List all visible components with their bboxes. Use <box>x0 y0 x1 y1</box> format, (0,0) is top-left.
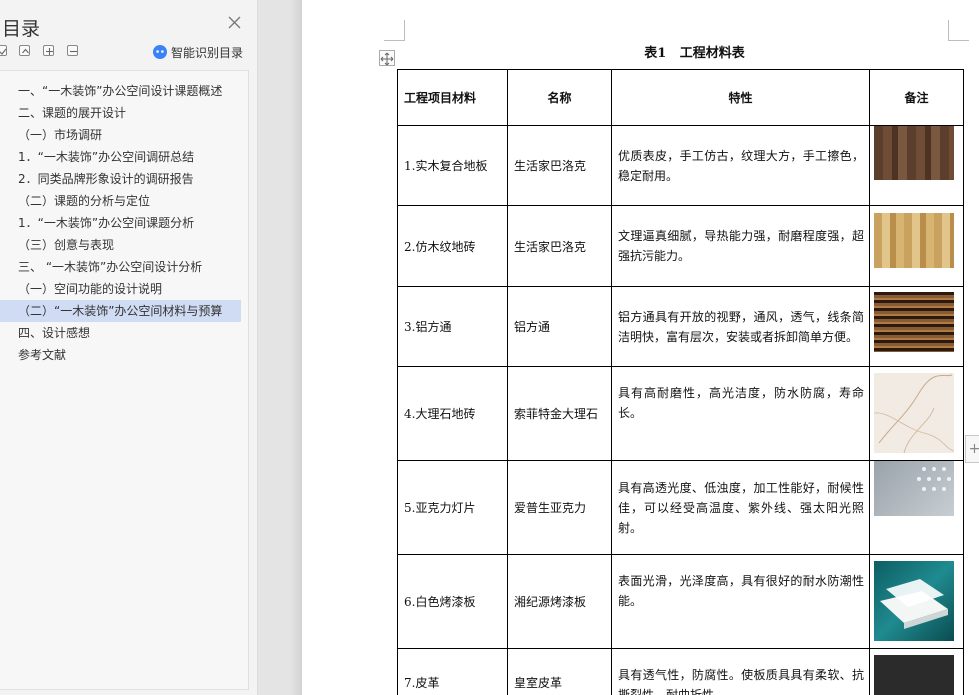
row-desc: 具有高透光度、低浊度，加工性能好，耐候性佳，可以经受高温度、紫外线、强太阳光照射… <box>611 460 870 555</box>
row-desc: 具有高耐磨性，高光洁度，防水防腐，寿命长。 <box>611 366 870 461</box>
row-item: 5.亚克力灯片 <box>397 460 508 555</box>
close-icon[interactable] <box>228 16 241 29</box>
collapse-up-icon[interactable] <box>19 45 30 56</box>
add-heading-icon[interactable] <box>43 45 54 56</box>
lacquer-board-image <box>874 561 954 641</box>
table-caption: 表1 工程材料表 <box>644 46 745 61</box>
table-row: 2.仿木纹地砖 生活家巴洛克 文理逼真细腻，导热能力强，耐磨程度强，超强抗污能力… <box>397 205 964 287</box>
row-image <box>869 554 964 649</box>
header-item: 工程项目材料 <box>397 69 508 126</box>
row-image <box>869 286 964 367</box>
toc-item[interactable]: （二）课题的分析与定位 <box>0 190 241 212</box>
marble-tile-image <box>874 373 954 453</box>
table-row: 3.铝方通 铝方通 铝方通具有开放的视野，通风，透气，线条简洁明快，富有层次，安… <box>397 286 964 367</box>
ai-robot-icon <box>153 45 167 59</box>
row-item: 4.大理石地砖 <box>397 366 508 461</box>
toc-list: 一、“一木装饰”办公空间设计课题概述 二、课题的展开设计 （一）市场调研 1．“一木装… <box>0 70 249 690</box>
row-desc: 文理逼真细腻，导热能力强，耐磨程度强，超强抗污能力。 <box>611 205 870 287</box>
row-item: 6.白色烤漆板 <box>397 554 508 649</box>
toc-item[interactable]: 1．“一木装饰”办公空间调研总结 <box>0 146 241 168</box>
leather-image <box>874 655 954 695</box>
table-header-row: 工程项目材料 名称 特性 备注 <box>397 69 964 126</box>
row-name: 铝方通 <box>507 286 612 367</box>
expand-all-icon[interactable] <box>0 45 7 56</box>
table-row: 4.大理石地砖 索菲特金大理石 具有高耐磨性，高光洁度，防水防腐，寿命长。 <box>397 366 964 461</box>
row-name: 皇室皮革 <box>507 648 612 695</box>
toc-pane: 目录 智能识别目录 一、“一木装饰”办公空间设计课题概述 二、课题的展开设计 （一）… <box>0 0 258 695</box>
toc-item[interactable]: 四、设计感想 <box>0 322 241 344</box>
row-desc: 表面光滑，光泽度高，具有很好的耐水防潮性能。 <box>611 554 870 649</box>
aluminum-ceiling-image <box>874 292 954 352</box>
add-column-button[interactable]: + <box>965 435 979 463</box>
row-image <box>869 460 964 555</box>
header-remark: 备注 <box>869 69 964 126</box>
header-name: 名称 <box>507 69 612 126</box>
smart-recognize-button[interactable]: 智能识别目录 <box>153 44 243 60</box>
wood-floor-image <box>874 126 954 180</box>
toc-item[interactable]: 一、“一木装饰”办公空间设计课题概述 <box>0 80 241 102</box>
toc-item[interactable]: 二、课题的展开设计 <box>0 102 241 124</box>
toc-item[interactable]: 三、 “一木装饰”办公空间设计分析 <box>0 256 241 278</box>
row-image <box>869 205 964 287</box>
row-name: 爱普生亚克力 <box>507 460 612 555</box>
toc-item[interactable]: （二）“一木装饰”办公空间材料与预算 <box>0 300 241 322</box>
material-table: 工程项目材料 名称 特性 备注 1.实木复合地板 生活家巴洛克 优质表皮，手工仿… <box>397 69 964 695</box>
row-name: 湘纪源烤漆板 <box>507 554 612 649</box>
page-shadow <box>290 0 302 695</box>
margin-corner-left <box>384 20 405 41</box>
row-item: 3.铝方通 <box>397 286 508 367</box>
table-row: 5.亚克力灯片 爱普生亚克力 具有高透光度、低浊度，加工性能好，耐候性佳，可以经… <box>397 460 964 555</box>
row-desc: 具有透气性，防腐性。使板质具具有柔软、抗撕裂性，耐曲折性。 <box>611 648 870 695</box>
row-desc: 优质表皮，手工仿古，纹理大方，手工擦色，稳定耐用。 <box>611 125 870 206</box>
header-property: 特性 <box>611 69 870 126</box>
row-item: 1.实木复合地板 <box>397 125 508 206</box>
row-image <box>869 366 964 461</box>
table-move-handle[interactable] <box>379 50 395 66</box>
acrylic-panel-image <box>874 461 954 516</box>
toc-item[interactable]: 参考文献 <box>0 344 241 366</box>
document-page[interactable]: 表1 工程材料表 工程项目材料 名称 特性 备注 1.实木复合地板 生活家巴洛克… <box>302 0 979 695</box>
toc-item[interactable]: （三）创意与表现 <box>0 234 241 256</box>
row-name: 生活家巴洛克 <box>507 205 612 287</box>
table-row: 6.白色烤漆板 湘纪源烤漆板 表面光滑，光泽度高，具有很好的耐水防潮性能。 <box>397 554 964 649</box>
row-item: 7.皮革 <box>397 648 508 695</box>
row-image <box>869 648 964 695</box>
smart-recognize-label: 智能识别目录 <box>171 45 244 60</box>
margin-corner-right <box>948 20 969 41</box>
toc-item[interactable]: （一）空间功能的设计说明 <box>0 278 241 300</box>
row-name: 索菲特金大理石 <box>507 366 612 461</box>
toc-title: 目录 <box>2 18 41 40</box>
toc-item[interactable]: （一）市场调研 <box>0 124 241 146</box>
row-name: 生活家巴洛克 <box>507 125 612 206</box>
row-item: 2.仿木纹地砖 <box>397 205 508 287</box>
table-row: 1.实木复合地板 生活家巴洛克 优质表皮，手工仿古，纹理大方，手工擦色，稳定耐用… <box>397 125 964 206</box>
wood-tile-image <box>874 213 954 268</box>
row-desc: 铝方通具有开放的视野，通风，透气，线条简洁明快，富有层次，安装或者拆卸简单方便。 <box>611 286 870 367</box>
table-row: 7.皮革 皇室皮革 具有透气性，防腐性。使板质具具有柔软、抗撕裂性，耐曲折性。 <box>397 648 964 695</box>
remove-heading-icon[interactable] <box>67 45 78 56</box>
row-image <box>869 125 964 206</box>
toc-item[interactable]: 1．“一木装饰”办公空间课题分析 <box>0 212 241 234</box>
toc-item[interactable]: 2．同类品牌形象设计的调研报告 <box>0 168 241 190</box>
